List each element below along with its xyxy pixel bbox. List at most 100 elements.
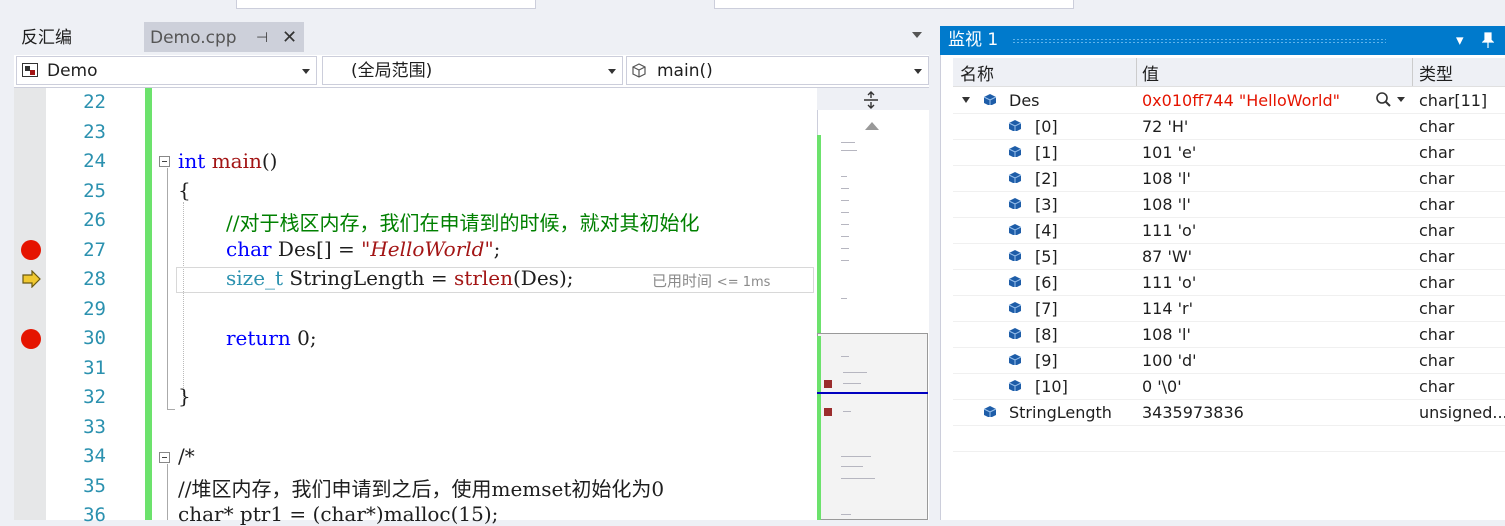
watch-row-name: [3] [1035, 195, 1058, 214]
toolbar-combobox-right[interactable] [714, 0, 1074, 9]
minimap-viewport[interactable] [817, 333, 928, 520]
breakpoint-icon[interactable] [21, 240, 41, 260]
outline-guide [167, 464, 168, 520]
collapse-main-icon[interactable] [159, 156, 170, 167]
minimap-text [841, 356, 849, 357]
watch-row-type: char [1419, 195, 1455, 214]
column-header-value[interactable]: 值 [1142, 60, 1159, 85]
line-number: 32 [83, 386, 106, 408]
variable-cube-icon [1008, 276, 1022, 287]
column-resize-handle[interactable] [1412, 58, 1413, 86]
watch-row-value[interactable]: 72 'H' [1142, 117, 1188, 136]
watch-row-name: [10] [1035, 377, 1068, 396]
variable-cube-icon [983, 406, 997, 417]
column-header-name[interactable]: 名称 [960, 60, 994, 85]
line-number: 25 [83, 180, 106, 202]
chevron-down-icon [302, 69, 310, 74]
variable-cube-icon [1008, 354, 1022, 365]
breakpoint-icon[interactable] [21, 329, 41, 349]
watch-row-type: char [1419, 143, 1455, 162]
function-cube-icon [632, 63, 646, 78]
minimap-text [841, 514, 851, 515]
watch-row-value[interactable]: 100 'd' [1142, 351, 1197, 370]
watch-row-type: char [1419, 169, 1455, 188]
variable-cube-icon [1008, 328, 1022, 339]
tab-demo-cpp[interactable]: Demo.cpp ⊣ ✕ [144, 22, 304, 52]
watch-row-type: char [1419, 117, 1455, 136]
watch-row-value[interactable]: 101 'e' [1142, 143, 1196, 162]
breakpoint-gutter[interactable] [14, 88, 46, 520]
split-handle-icon [864, 91, 878, 109]
line-number: 28 [83, 268, 106, 290]
code-line-28: size_t StringLength = strlen(Des); [226, 266, 574, 290]
code-editor[interactable] [14, 88, 817, 520]
line-number: 29 [83, 298, 106, 320]
code-line-26: //对于栈区内存，我们在申请到的时候，就对其初始化 [226, 211, 700, 235]
line-number: 35 [83, 475, 106, 497]
minimap-text [841, 260, 849, 261]
line-number: 36 [83, 504, 106, 526]
variable-cube-icon [1008, 146, 1022, 157]
project-dropdown-value: Demo [47, 61, 98, 81]
minimap-text [843, 383, 861, 384]
watch-row-value[interactable]: 0x010ff744 "HelloWorld" [1142, 91, 1340, 110]
watch-row-name: [7] [1035, 299, 1058, 318]
watch-add-item-row[interactable] [953, 425, 1505, 452]
tab-overflow-chevron-down-icon[interactable] [912, 32, 922, 38]
minimap-text [841, 150, 857, 151]
line-number: 34 [83, 445, 106, 467]
variable-cube-icon [1008, 120, 1022, 131]
watch-row-type: char [1419, 325, 1455, 344]
function-dropdown[interactable]: main() [626, 56, 929, 85]
column-resize-handle[interactable] [1136, 58, 1137, 86]
watch-row-value[interactable]: 114 'r' [1142, 299, 1193, 318]
variable-cube-icon [1008, 198, 1022, 209]
tab-demo-cpp-label: Demo.cpp [150, 28, 237, 48]
code-line-36: char* ptr1 = (char*)malloc(15); [178, 502, 499, 526]
scope-dropdown[interactable]: (全局范围) [322, 56, 623, 85]
watch-row-value[interactable]: 3435973836 [1142, 403, 1244, 422]
project-icon [22, 63, 38, 77]
pin-tab-icon[interactable]: ⊣ [256, 22, 268, 54]
watch-row-type: char [1419, 351, 1455, 370]
watch-row-value[interactable]: 87 'W' [1142, 247, 1192, 266]
minimap-text [841, 466, 863, 467]
tab-disassembly[interactable]: 反汇编 [14, 22, 147, 52]
expand-chevron-down-icon[interactable] [962, 97, 970, 103]
line-number: 30 [83, 327, 106, 349]
scroll-up-arrow-icon[interactable] [865, 122, 879, 130]
current-statement-arrow-icon [22, 270, 41, 288]
minimap-text [841, 212, 849, 213]
outline-guide [167, 168, 168, 410]
close-tab-icon[interactable]: ✕ [282, 22, 297, 54]
minimap-change-bar [817, 336, 821, 520]
toolbar-combobox-left[interactable] [236, 0, 536, 9]
watch-row-value[interactable]: 111 'o' [1142, 221, 1196, 240]
code-line-24: int main() [178, 149, 278, 173]
chevron-down-icon [608, 69, 616, 74]
variable-cube-icon [1008, 172, 1022, 183]
minimap-text [841, 478, 875, 479]
watch-row-value[interactable]: 0 '\0' [1142, 377, 1182, 396]
watch-row-value[interactable]: 108 'l' [1142, 325, 1191, 344]
watch-row-value[interactable]: 111 'o' [1142, 273, 1196, 292]
watch-row-value[interactable]: 108 'l' [1142, 195, 1191, 214]
indent-guide [183, 202, 184, 398]
code-line-32: } [178, 384, 191, 408]
column-header-type[interactable]: 类型 [1419, 60, 1453, 85]
minimap-text [841, 236, 849, 237]
line-number: 27 [83, 239, 106, 261]
watch-row-value[interactable]: 108 'l' [1142, 169, 1191, 188]
collapse-comment-icon[interactable] [159, 452, 170, 463]
line-number: 33 [83, 416, 106, 438]
minimap-splitter[interactable] [817, 88, 929, 110]
minimap-text [841, 298, 847, 299]
watch-row-name: [8] [1035, 325, 1058, 344]
project-dropdown[interactable]: Demo [16, 56, 317, 85]
watch-window-title-bar[interactable]: 监视 1 ▾ [940, 26, 1505, 55]
pin-window-icon[interactable] [1482, 32, 1494, 49]
visualizer-search-icon[interactable] [1375, 92, 1409, 108]
minimap-change-bar [817, 135, 821, 335]
window-menu-chevron-down-icon[interactable]: ▾ [1456, 26, 1464, 55]
change-tracking-bar [145, 88, 152, 520]
